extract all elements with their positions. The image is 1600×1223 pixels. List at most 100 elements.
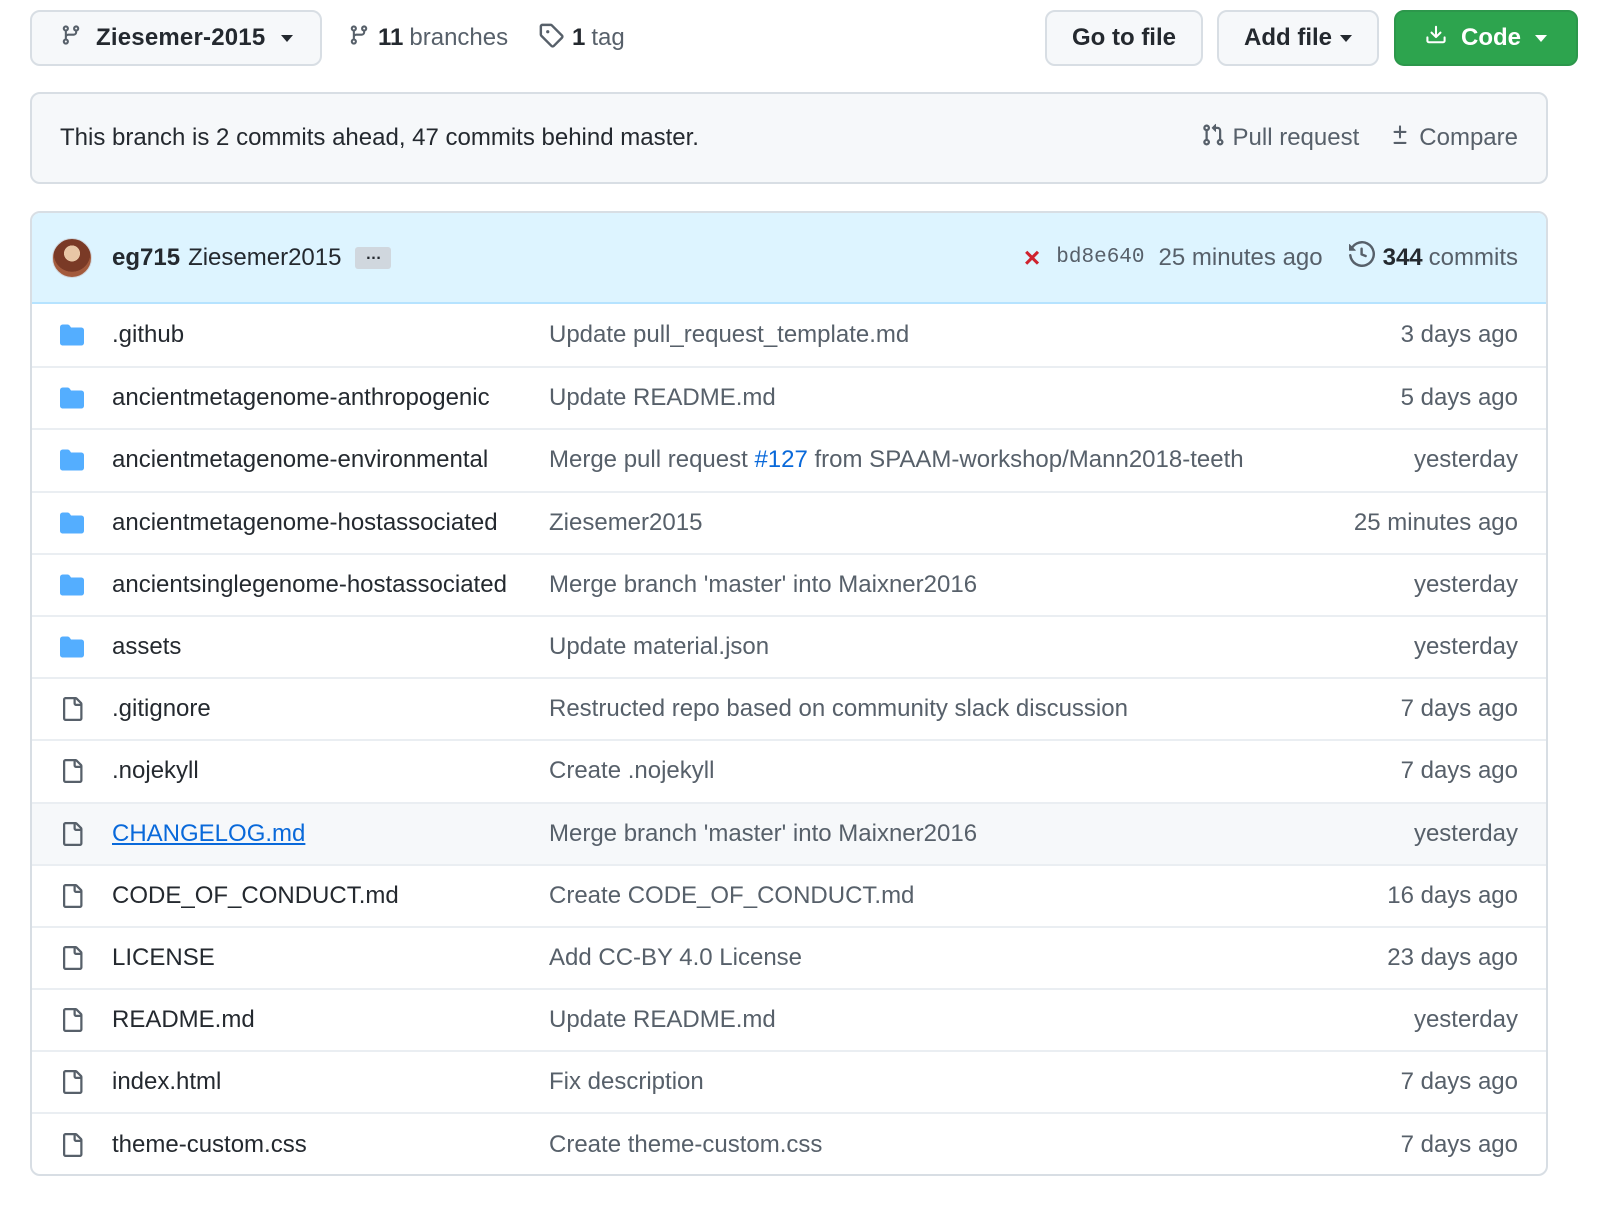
code-label: Code xyxy=(1461,24,1521,51)
commit-time[interactable]: 25 minutes ago xyxy=(1159,244,1323,272)
folder-icon xyxy=(58,446,86,474)
file-commit-message[interactable]: Add CC-BY 4.0 License xyxy=(549,944,802,972)
file-commit-age: 7 days ago xyxy=(1400,1068,1518,1096)
commit-message[interactable]: Ziesemer2015 xyxy=(188,244,341,272)
file-commit-message[interactable]: Update material.json xyxy=(549,633,769,661)
pull-request-number-link[interactable]: #127 xyxy=(754,446,807,473)
folder-icon xyxy=(58,384,86,412)
file-name[interactable]: theme-custom.css xyxy=(112,1131,307,1159)
git-branch-icon xyxy=(60,22,82,55)
file-name[interactable]: README.md xyxy=(112,1006,255,1034)
file-commit-age: yesterday xyxy=(1413,1006,1518,1034)
history-icon xyxy=(1348,240,1375,274)
add-file-button[interactable]: Add file xyxy=(1217,10,1379,66)
file-row[interactable]: .github Update pull_request_template.md … xyxy=(32,304,1546,366)
file-name[interactable]: CODE_OF_CONDUCT.md xyxy=(112,882,399,910)
file-list: .github Update pull_request_template.md … xyxy=(32,304,1546,1174)
tags-label: tag xyxy=(591,24,625,51)
go-to-file-label: Go to file xyxy=(1072,24,1176,51)
file-commit-message[interactable]: Ziesemer2015 xyxy=(549,509,702,537)
branch-status-banner: This branch is 2 commits ahead, 47 commi… xyxy=(30,92,1548,184)
tags-count: 1 xyxy=(572,24,586,51)
pull-request-label: Pull request xyxy=(1232,124,1360,151)
file-row[interactable]: LICENSE Add CC-BY 4.0 License 23 days ag… xyxy=(32,925,1546,988)
branches-count: 11 xyxy=(378,24,404,51)
branches-label: branches xyxy=(409,24,509,51)
file-name[interactable]: ancientmetagenome-environmental xyxy=(112,446,488,474)
file-row[interactable]: index.html Fix description 7 days ago xyxy=(32,1050,1546,1112)
file-commit-message[interactable]: Merge pull request #127 from SPAAM-works… xyxy=(549,446,1244,474)
compare-link[interactable]: Compare xyxy=(1389,122,1518,155)
file-name[interactable]: .nojekyll xyxy=(112,757,199,785)
folder-icon xyxy=(58,633,86,661)
file-icon xyxy=(58,944,86,972)
file-commit-age: 7 days ago xyxy=(1400,757,1518,785)
file-name[interactable]: index.html xyxy=(112,1068,221,1096)
file-row[interactable]: ancientsinglegenome-hostassociated Merge… xyxy=(32,552,1546,615)
file-row[interactable]: ancientmetagenome-hostassociated Zieseme… xyxy=(32,490,1546,553)
file-commit-message[interactable]: Create .nojekyll xyxy=(549,757,714,785)
code-button[interactable]: Code xyxy=(1394,10,1578,66)
file-name[interactable]: CHANGELOG.md xyxy=(112,820,305,848)
branch-status-message: This branch is 2 commits ahead, 47 commi… xyxy=(60,124,699,151)
file-commit-age: yesterday xyxy=(1413,570,1518,598)
diff-icon xyxy=(1389,122,1419,155)
file-name[interactable]: .github xyxy=(112,321,184,349)
tags-link[interactable]: 1 tag xyxy=(538,10,625,66)
file-icon xyxy=(58,695,86,723)
commit-message-prefix: Merge pull request xyxy=(549,446,755,474)
file-commit-age: 5 days ago xyxy=(1400,384,1518,412)
file-commit-message[interactable]: Merge branch 'master' into Maixner2016 xyxy=(549,820,977,848)
branch-selector-button[interactable]: Ziesemer-2015 xyxy=(30,10,322,66)
file-name[interactable]: ancientsinglegenome-hostassociated xyxy=(112,571,507,599)
folder-icon xyxy=(58,321,86,349)
file-name[interactable]: ancientmetagenome-anthropogenic xyxy=(112,384,490,412)
file-row[interactable]: CHANGELOG.md Merge branch 'master' into … xyxy=(32,801,1546,864)
git-pull-request-icon xyxy=(1201,122,1233,155)
add-file-label: Add file xyxy=(1244,24,1332,51)
file-name[interactable]: LICENSE xyxy=(112,944,215,972)
chevron-down-icon xyxy=(1340,34,1352,42)
file-commit-message[interactable]: Merge branch 'master' into Maixner2016 xyxy=(549,571,977,599)
file-row[interactable]: theme-custom.css Create theme-custom.css… xyxy=(32,1112,1546,1174)
status-fail-icon[interactable]: × xyxy=(1024,242,1040,274)
commit-author[interactable]: eg715 xyxy=(112,244,180,272)
file-row[interactable]: ancientmetagenome-anthropogenic Update R… xyxy=(32,366,1546,428)
file-row[interactable]: README.md Update README.md yesterday xyxy=(32,988,1546,1050)
file-commit-age: 7 days ago xyxy=(1400,1130,1518,1158)
go-to-file-button[interactable]: Go to file xyxy=(1045,10,1203,66)
file-commit-message[interactable]: Update pull_request_template.md xyxy=(549,321,909,349)
file-row[interactable]: ancientmetagenome-environmental Merge pu… xyxy=(32,428,1546,490)
file-commit-message[interactable]: Restructed repo based on community slack… xyxy=(549,695,1128,723)
commit-details: × bd8e640 25 minutes ago 344 commits xyxy=(1024,213,1518,302)
file-commit-message[interactable]: Update README.md xyxy=(549,1006,776,1034)
commit-sha[interactable]: bd8e640 xyxy=(1056,246,1144,269)
file-row[interactable]: .gitignore Restructed repo based on comm… xyxy=(32,677,1546,739)
file-name[interactable]: .gitignore xyxy=(112,695,211,723)
file-row[interactable]: CODE_OF_CONDUCT.md Create CODE_OF_CONDUC… xyxy=(32,863,1546,926)
file-commit-message[interactable]: Create theme-custom.css xyxy=(549,1131,822,1159)
file-row[interactable]: .nojekyll Create .nojekyll 7 days ago xyxy=(32,739,1546,801)
file-commit-message[interactable]: Fix description xyxy=(549,1068,704,1096)
commits-history-link[interactable]: 344 commits xyxy=(1348,240,1518,274)
expand-commit-message-button[interactable]: … xyxy=(355,246,392,269)
branches-link[interactable]: 11 branches xyxy=(348,10,508,66)
file-name[interactable]: assets xyxy=(112,633,181,661)
folder-icon xyxy=(58,509,86,537)
file-row[interactable]: assets Update material.json yesterday xyxy=(32,614,1546,677)
file-commit-age: yesterday xyxy=(1413,446,1518,474)
download-icon xyxy=(1425,23,1447,54)
file-icon xyxy=(58,820,86,848)
avatar[interactable] xyxy=(52,237,92,278)
file-commit-message[interactable]: Update README.md xyxy=(549,384,776,412)
file-commit-age: 7 days ago xyxy=(1400,695,1518,723)
tag-icon xyxy=(538,22,564,55)
file-name[interactable]: ancientmetagenome-hostassociated xyxy=(112,509,498,537)
file-commit-message[interactable]: Create CODE_OF_CONDUCT.md xyxy=(549,882,914,910)
chevron-down-icon xyxy=(1535,34,1547,42)
commits-count: 344 xyxy=(1382,243,1423,271)
file-commit-age: 3 days ago xyxy=(1400,321,1518,349)
pull-request-link[interactable]: Pull request xyxy=(1201,122,1360,155)
file-icon xyxy=(58,1006,86,1034)
file-commit-age: 23 days ago xyxy=(1387,943,1518,971)
